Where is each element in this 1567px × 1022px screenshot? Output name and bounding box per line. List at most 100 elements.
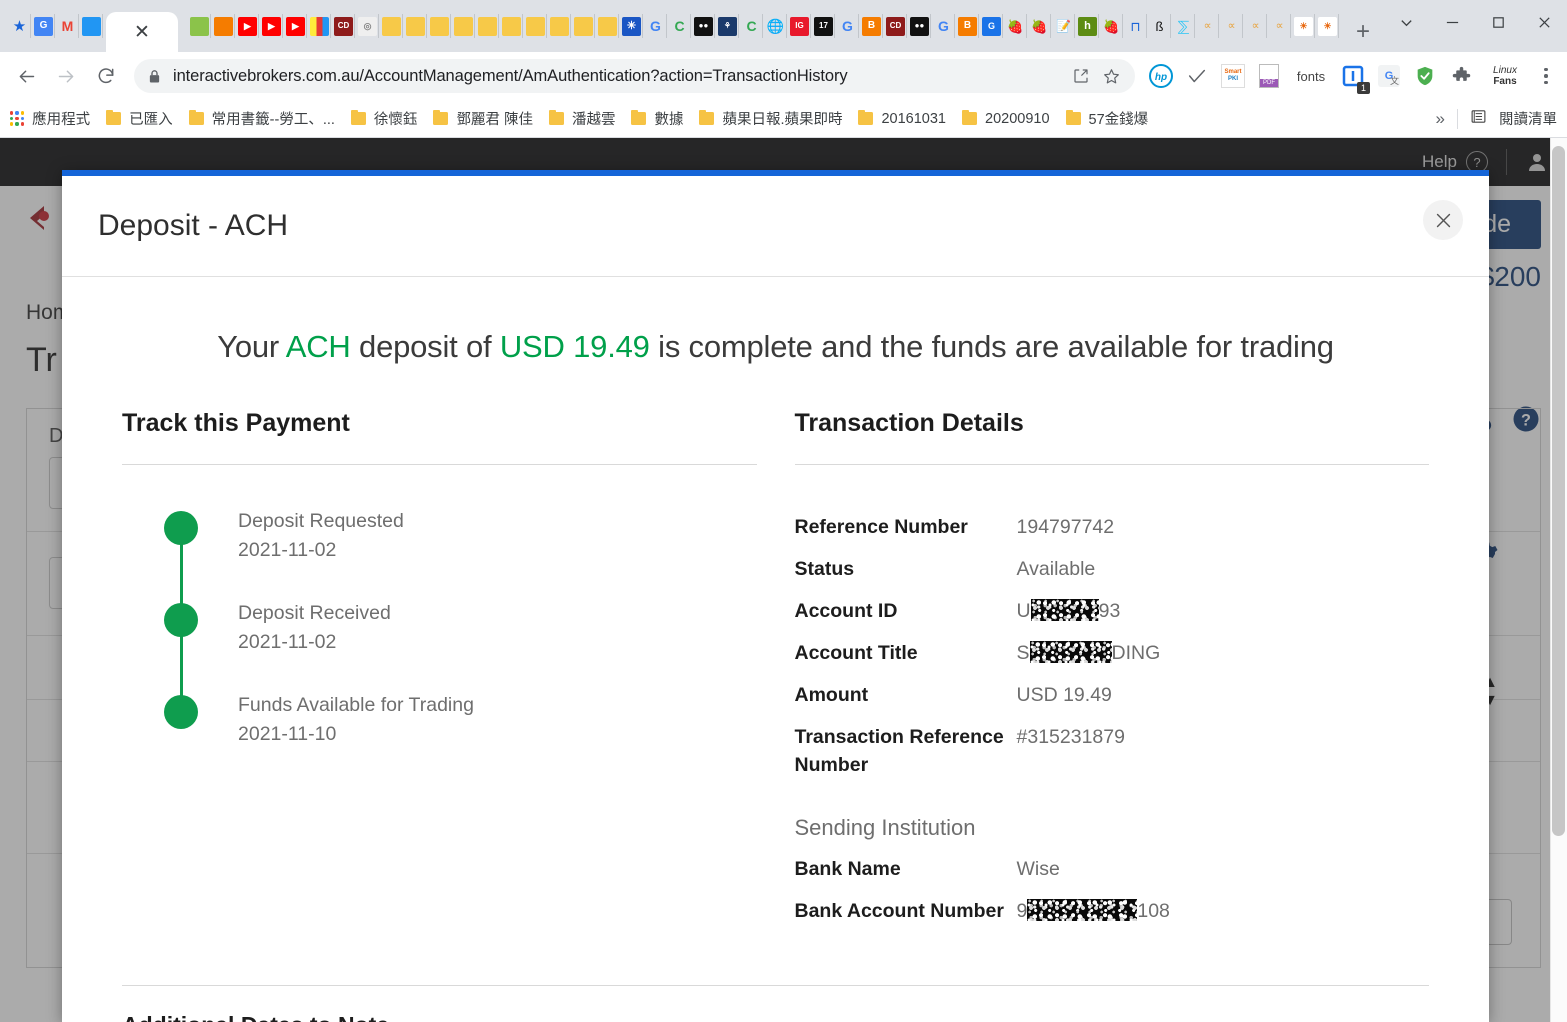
- pinned-tab-blogger-icon[interactable]: B: [957, 14, 979, 38]
- bookmark-folder-1[interactable]: 已匯入: [106, 108, 173, 129]
- folder-icon: [699, 109, 715, 125]
- tab-search-icon[interactable]: [1383, 0, 1429, 44]
- pinned-tab-cd-icon[interactable]: CD: [885, 14, 907, 38]
- pinned-tab-folder-icon[interactable]: [477, 14, 499, 38]
- pinned-tab-orange-icon[interactable]: [213, 14, 235, 38]
- minimize-button[interactable]: [1429, 0, 1475, 44]
- bookmark-star-icon[interactable]: [1102, 67, 1121, 86]
- pinned-tab-google-icon[interactable]: G: [837, 14, 859, 38]
- pinned-tab-gmail-icon[interactable]: M: [57, 14, 79, 38]
- pinned-tab-youtube-icon[interactable]: ▶: [237, 14, 259, 38]
- linuxfans-icon[interactable]: Linux Fans: [1482, 61, 1528, 91]
- new-tab-button[interactable]: +: [1346, 15, 1380, 49]
- checkmark-icon[interactable]: [1182, 61, 1212, 91]
- bookmark-label: 潘越雲: [571, 112, 616, 128]
- pinned-tab-colorful-icon[interactable]: [309, 14, 331, 38]
- page-scrollbar-thumb[interactable]: [1552, 146, 1565, 836]
- pinned-tab-link-icon[interactable]: ∝: [1269, 14, 1291, 38]
- pinned-tab-raspberry-icon[interactable]: 🍓: [1005, 14, 1027, 38]
- pinned-tab-link-icon[interactable]: ∝: [1197, 14, 1219, 38]
- pinned-tab-chrome-icon[interactable]: C: [741, 14, 763, 38]
- smart-pki-icon[interactable]: Smart PKI: [1218, 61, 1248, 91]
- pinned-tab-google-icon[interactable]: G: [933, 14, 955, 38]
- forward-button[interactable]: [46, 56, 86, 96]
- pinned-tab-globe-icon[interactable]: 🌐: [765, 14, 787, 38]
- bookmark-folder-10[interactable]: 57金錢爆: [1065, 108, 1148, 129]
- share-icon[interactable]: [1072, 67, 1090, 85]
- pinned-tab-translate-icon[interactable]: G: [33, 14, 55, 38]
- bookmark-folder-2[interactable]: 常用書籤--勞工、...: [188, 108, 335, 129]
- bookmark-folder-5[interactable]: 潘越雲: [548, 108, 616, 129]
- pinned-tab-folder-icon[interactable]: [429, 14, 451, 38]
- extension-icons: hp Smart PKI PDF fonts 1 G 文 Linux Fans: [1143, 61, 1561, 94]
- puzzle-extensions-icon[interactable]: [1446, 61, 1476, 91]
- pinned-tab-17-icon[interactable]: 17: [813, 14, 835, 38]
- pinned-tab-folder-icon[interactable]: [453, 14, 475, 38]
- pinned-tab-black-icon[interactable]: ●●: [693, 14, 715, 38]
- pinned-tab-star-icon[interactable]: ★: [9, 14, 31, 38]
- pinned-tab-wise-icon[interactable]: ⅀: [1173, 14, 1195, 38]
- pinned-tab-h-icon[interactable]: h: [1077, 14, 1099, 38]
- close-icon[interactable]: [1423, 200, 1463, 240]
- pinned-tab-folder-icon[interactable]: [573, 14, 595, 38]
- pinned-tab-blogger-icon[interactable]: B: [861, 14, 883, 38]
- pinned-tab-note-icon[interactable]: 📝: [1053, 14, 1075, 38]
- adblock-shield-icon[interactable]: [1410, 61, 1440, 91]
- close-window-button[interactable]: [1521, 0, 1567, 44]
- bookmark-folder-9[interactable]: 20200910: [962, 109, 1050, 127]
- reading-list-icon[interactable]: [1470, 108, 1487, 130]
- bookmark-folder-6[interactable]: 數據: [631, 108, 683, 129]
- bookmark-label: 常用書籤--勞工、...: [211, 112, 335, 128]
- bookmark-apps[interactable]: 應用程式: [10, 108, 90, 129]
- pinned-tab-youtube-icon[interactable]: ▶: [261, 14, 283, 38]
- pinned-tab-link-icon[interactable]: ∝: [1221, 14, 1243, 38]
- bookmark-folder-4[interactable]: 鄧麗君 陳佳: [433, 108, 533, 129]
- pinned-tab-cd-icon[interactable]: CD: [333, 14, 355, 38]
- page-scrollbar[interactable]: [1550, 138, 1567, 1022]
- pinned-tab-folder-icon[interactable]: [549, 14, 571, 38]
- pinned-tab-icon[interactable]: ⚘: [717, 14, 739, 38]
- pinned-tab-link-icon[interactable]: ∝: [1245, 14, 1267, 38]
- pinned-tab-folder-icon[interactable]: [597, 14, 619, 38]
- fonts-icon[interactable]: fonts: [1290, 61, 1332, 91]
- pinned-tab-google-icon[interactable]: G: [645, 14, 667, 38]
- address-bar[interactable]: interactivebrokers.com.au/AccountManagem…: [134, 59, 1135, 93]
- hp-icon[interactable]: hp: [1146, 61, 1176, 91]
- pinned-tab-raspberry-icon[interactable]: 🍓: [1029, 14, 1051, 38]
- bookmark-folder-3[interactable]: 徐懷鈺: [350, 108, 417, 129]
- pinned-tab-blue-icon[interactable]: [81, 14, 103, 38]
- pinned-tab-orange-dot-icon[interactable]: ☀: [1317, 14, 1339, 38]
- pinned-tab-chrome-icon[interactable]: C: [669, 14, 691, 38]
- active-tab[interactable]: ✕: [106, 12, 178, 52]
- pinned-tab-asterisk-icon[interactable]: ✳: [621, 14, 643, 38]
- pinned-tab-gmail-blue-icon[interactable]: G: [981, 14, 1003, 38]
- bookmark-folder-8[interactable]: 20161031: [858, 109, 946, 127]
- pinned-tab-raspberry-icon[interactable]: 🍓: [1101, 14, 1123, 38]
- tab-close-icon[interactable]: ✕: [134, 23, 150, 42]
- pdf-icon[interactable]: PDF: [1254, 61, 1284, 91]
- lock-icon: [148, 69, 161, 84]
- pinned-tab-map-icon[interactable]: [189, 14, 211, 38]
- pinned-tab-s-icon[interactable]: ß: [1149, 14, 1171, 38]
- maximize-button[interactable]: [1475, 0, 1521, 44]
- pinned-tab-folder-icon[interactable]: [501, 14, 523, 38]
- reading-list-label[interactable]: 閱讀清單: [1499, 108, 1557, 129]
- sending-institution-label: Sending Institution: [794, 815, 976, 840]
- pinned-tab-frame-icon[interactable]: ⊓: [1125, 14, 1147, 38]
- google-translate-icon[interactable]: G 文: [1374, 61, 1404, 91]
- pinned-tab-folder-icon[interactable]: [405, 14, 427, 38]
- back-button[interactable]: [6, 56, 46, 96]
- pinned-tab-ig-icon[interactable]: IG: [789, 14, 811, 38]
- bookmark-folder-7[interactable]: 蘋果日報.蘋果即時: [699, 108, 842, 129]
- pinned-tab-grey-icon[interactable]: ◎: [357, 14, 379, 38]
- chrome-menu-icon[interactable]: [1531, 61, 1561, 91]
- bookmarks-overflow-icon[interactable]: »: [1436, 109, 1445, 129]
- pinned-tab-orange-dot-icon[interactable]: ☀: [1293, 14, 1315, 38]
- url-text[interactable]: interactivebrokers.com.au/AccountManagem…: [173, 67, 1060, 86]
- reload-button[interactable]: [86, 56, 126, 96]
- pinned-tab-folder-icon[interactable]: [381, 14, 403, 38]
- pinned-tab-folder-icon[interactable]: [525, 14, 547, 38]
- pinned-tab-youtube-icon[interactable]: ▶: [285, 14, 307, 38]
- pinned-tab-black-icon[interactable]: ●●: [909, 14, 931, 38]
- notes-extension-icon[interactable]: 1: [1338, 61, 1370, 94]
